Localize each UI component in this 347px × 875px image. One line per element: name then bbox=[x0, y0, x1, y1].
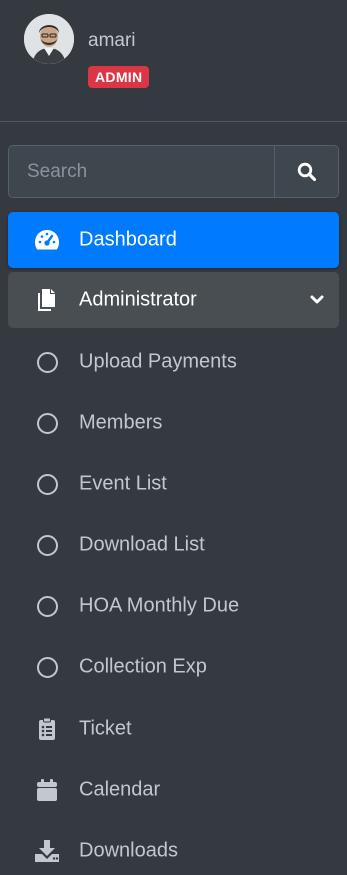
circle-icon bbox=[34, 410, 60, 436]
nav-label-dashboard: Dashboard bbox=[79, 228, 177, 251]
search-input[interactable] bbox=[9, 146, 274, 197]
nav-item-ticket[interactable]: Ticket bbox=[8, 701, 339, 757]
circle-icon bbox=[34, 349, 60, 375]
nav-item-collection-exp[interactable]: Collection Exp bbox=[8, 639, 339, 695]
nav-item-download-list[interactable]: Download List bbox=[8, 517, 339, 573]
user-avatar-icon bbox=[24, 14, 74, 64]
avatar[interactable] bbox=[24, 14, 74, 64]
role-badge: ADMIN bbox=[88, 66, 150, 88]
search-button[interactable] bbox=[274, 146, 338, 197]
circle-icon bbox=[34, 471, 60, 497]
clipboard-list-icon bbox=[34, 716, 60, 742]
user-name[interactable]: amari bbox=[88, 30, 136, 52]
calendar-icon bbox=[34, 777, 60, 803]
search-icon bbox=[297, 162, 316, 181]
nav-item-dashboard[interactable]: Dashboard bbox=[8, 212, 339, 268]
nav-item-administrator[interactable]: Administrator bbox=[8, 272, 339, 328]
nav-label-upload-payments: Upload Payments bbox=[79, 350, 237, 373]
nav-item-hoa-monthly-due[interactable]: HOA Monthly Due bbox=[8, 578, 339, 634]
circle-icon bbox=[34, 532, 60, 558]
copy-icon bbox=[34, 287, 60, 313]
tachometer-icon bbox=[34, 227, 60, 253]
sidebar-search bbox=[8, 145, 339, 198]
nav-label-hoa-monthly-due: HOA Monthly Due bbox=[79, 594, 240, 617]
nav-item-downloads[interactable]: Downloads bbox=[8, 823, 339, 875]
user-panel: amari ADMIN bbox=[0, 0, 347, 122]
nav-label-members: Members bbox=[79, 411, 163, 434]
nav-item-event-list[interactable]: Event List bbox=[8, 456, 339, 512]
nav-label-collection-exp: Collection Exp bbox=[79, 655, 207, 678]
nav-label-administrator: Administrator bbox=[79, 288, 197, 311]
nav-label-event-list: Event List bbox=[79, 472, 167, 495]
nav-label-download-list: Download List bbox=[79, 533, 205, 556]
chevron-down-icon bbox=[309, 292, 325, 308]
circle-icon bbox=[34, 654, 60, 680]
nav-item-calendar[interactable]: Calendar bbox=[8, 762, 339, 818]
nav-item-upload-payments[interactable]: Upload Payments bbox=[8, 334, 339, 390]
nav-item-members[interactable]: Members bbox=[8, 395, 339, 451]
nav-label-downloads: Downloads bbox=[79, 839, 178, 862]
download-icon bbox=[34, 838, 60, 864]
nav-label-ticket: Ticket bbox=[79, 717, 132, 740]
nav-label-calendar: Calendar bbox=[79, 778, 161, 801]
circle-icon bbox=[34, 593, 60, 619]
sidebar: amari ADMIN Dashboard bbox=[0, 0, 347, 875]
